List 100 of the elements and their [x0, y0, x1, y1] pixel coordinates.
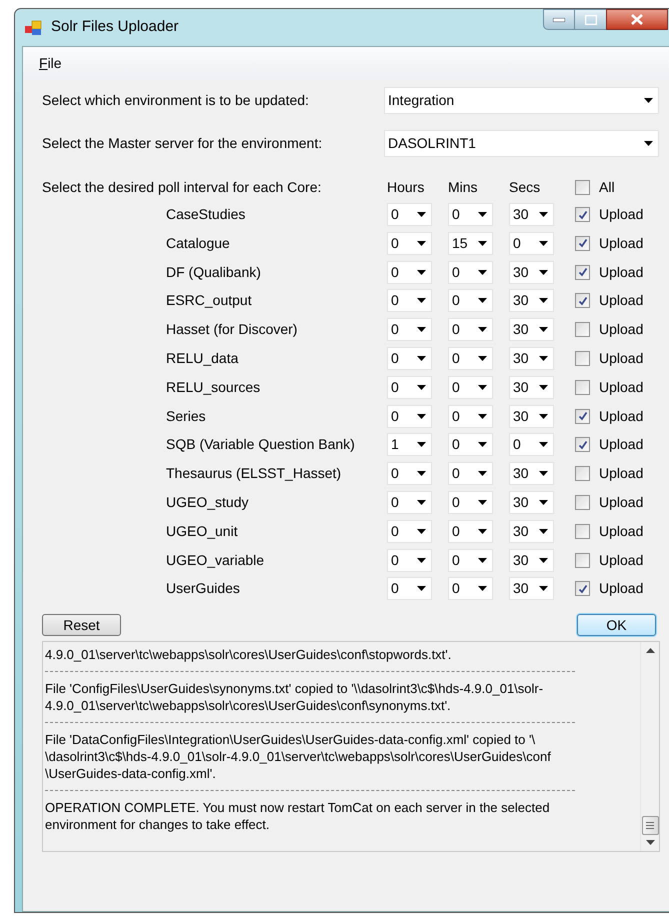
hours-dropdown[interactable]: 0 — [387, 232, 432, 255]
hours-dropdown[interactable]: 0 — [387, 376, 432, 399]
window-title: Solr Files Uploader — [51, 17, 179, 38]
dropdown-caret-icon — [539, 471, 548, 476]
core-name: UGEO_variable — [166, 550, 266, 570]
dropdown-caret-icon — [417, 384, 426, 390]
dropdown-caret-icon — [539, 558, 548, 563]
dropdown-caret-icon — [417, 442, 426, 448]
minutes-dropdown[interactable]: 0 — [448, 548, 493, 572]
minutes-dropdown[interactable]: 0 — [448, 490, 493, 514]
checkbox[interactable] — [575, 380, 590, 395]
checkbox[interactable] — [575, 207, 590, 222]
dropdown-caret-icon — [417, 500, 426, 505]
close-button[interactable] — [606, 9, 668, 30]
seconds-dropdown[interactable]: 30 — [509, 203, 554, 226]
dropdown-caret-icon — [539, 356, 548, 361]
hours-dropdown[interactable]: 0 — [387, 289, 432, 312]
seconds-dropdown[interactable]: 30 — [509, 462, 554, 486]
minutes-dropdown[interactable]: 0 — [448, 203, 493, 226]
checkbox[interactable] — [575, 524, 590, 539]
minutes-dropdown[interactable]: 0 — [448, 404, 493, 428]
seconds-dropdown[interactable]: 30 — [509, 376, 554, 399]
dropdown-caret-icon — [539, 500, 548, 505]
column-header: Mins — [448, 178, 479, 196]
log-line: \UserGuides-data-config.xml'. — [45, 765, 217, 782]
hours-dropdown[interactable]: 0 — [387, 203, 432, 226]
checkbox[interactable] — [575, 322, 590, 338]
checkbox[interactable] — [575, 466, 590, 482]
hours-dropdown[interactable]: 0 — [387, 318, 432, 342]
minutes-dropdown[interactable]: 0 — [448, 520, 493, 543]
minutes-dropdown[interactable]: 0 — [448, 318, 493, 342]
log-line: environment for changes to take effect. — [45, 816, 271, 834]
minimize-button[interactable] — [543, 9, 575, 30]
dropdown-caret-icon — [478, 356, 487, 361]
seconds-dropdown[interactable]: 30 — [509, 404, 554, 428]
dropdown-caret-icon — [539, 298, 548, 304]
hours-dropdown[interactable]: 0 — [387, 462, 432, 486]
scroll-thumb[interactable] — [642, 816, 658, 836]
checkbox[interactable] — [575, 494, 590, 510]
minutes-dropdown[interactable]: 0 — [448, 462, 493, 486]
menu-item[interactable]: File — [39, 53, 62, 74]
core-name: ESRC_output — [166, 291, 253, 310]
seconds-dropdown[interactable]: 30 — [509, 289, 554, 312]
dropdown-caret-icon — [478, 558, 487, 563]
checkbox[interactable] — [575, 236, 590, 251]
minutes-dropdown[interactable]: 0 — [448, 577, 493, 600]
dropdown-caret-icon — [478, 414, 487, 419]
minutes-dropdown[interactable]: 15 — [448, 232, 493, 255]
hours-dropdown[interactable]: 0 — [387, 548, 432, 572]
hours-dropdown[interactable]: 0 — [387, 577, 432, 600]
core-name: Hasset (for Discover) — [166, 320, 298, 340]
minutes-dropdown[interactable]: 0 — [448, 260, 493, 284]
log-line: 4.9.0_01\server\tc\webapps\solr\cores\UserGuides\conf\stopwords.txt'. — [45, 646, 452, 664]
dropdown-caret-icon — [644, 140, 653, 146]
checkbox-label: Upload — [599, 522, 644, 541]
ok-button[interactable]: OK — [577, 614, 656, 636]
dropdown-caret-icon — [539, 442, 548, 448]
hours-dropdown[interactable]: 1 — [387, 433, 432, 456]
seconds-dropdown[interactable]: 30 — [509, 346, 554, 370]
seconds-dropdown[interactable]: 30 — [509, 260, 554, 284]
maximize-button[interactable] — [575, 9, 606, 30]
seconds-dropdown[interactable]: 30 — [509, 548, 554, 572]
seconds-dropdown[interactable]: 30 — [509, 318, 554, 342]
checkbox[interactable] — [575, 581, 590, 596]
minutes-dropdown[interactable]: 0 — [448, 346, 493, 370]
dropdown-caret-icon — [539, 414, 548, 419]
dropdown-caret-icon — [478, 586, 487, 592]
environment-dropdown[interactable]: Integration — [384, 86, 659, 114]
field-label: Select which environment is to be updated: — [42, 90, 310, 110]
scrollbar[interactable] — [640, 642, 659, 852]
checkbox-label: Upload — [599, 435, 644, 454]
checkbox[interactable] — [575, 552, 590, 568]
master-server-dropdown[interactable]: DASOLRINT1 — [384, 130, 659, 156]
seconds-dropdown[interactable]: 0 — [509, 232, 554, 255]
dropdown-caret-icon — [478, 298, 487, 304]
dropdown-caret-icon — [539, 240, 548, 246]
minutes-dropdown[interactable]: 0 — [448, 376, 493, 399]
log-line: OPERATION COMPLETE. You must now restart TomCat on each server in the selected — [45, 799, 551, 816]
reset-button[interactable]: Reset — [42, 614, 121, 636]
checkbox[interactable] — [575, 408, 590, 424]
dropdown-caret-icon — [539, 270, 548, 275]
minutes-dropdown[interactable]: 0 — [448, 433, 493, 456]
close-icon — [631, 14, 643, 25]
checkbox[interactable] — [575, 350, 590, 366]
checkbox[interactable] — [575, 180, 590, 194]
seconds-dropdown[interactable]: 30 — [509, 520, 554, 543]
seconds-dropdown[interactable]: 0 — [509, 433, 554, 456]
hours-dropdown[interactable]: 0 — [387, 520, 432, 543]
minutes-dropdown[interactable]: 0 — [448, 289, 493, 312]
hours-dropdown[interactable]: 0 — [387, 346, 432, 370]
hours-dropdown[interactable]: 0 — [387, 404, 432, 428]
scroll-up-icon — [646, 648, 654, 654]
hours-dropdown[interactable]: 0 — [387, 260, 432, 284]
hours-dropdown[interactable]: 0 — [387, 490, 432, 514]
dropdown-caret-icon — [417, 586, 426, 592]
checkbox[interactable] — [575, 437, 590, 452]
checkbox[interactable] — [575, 293, 590, 308]
checkbox[interactable] — [575, 264, 590, 280]
seconds-dropdown[interactable]: 30 — [509, 490, 554, 514]
seconds-dropdown[interactable]: 30 — [509, 577, 554, 600]
